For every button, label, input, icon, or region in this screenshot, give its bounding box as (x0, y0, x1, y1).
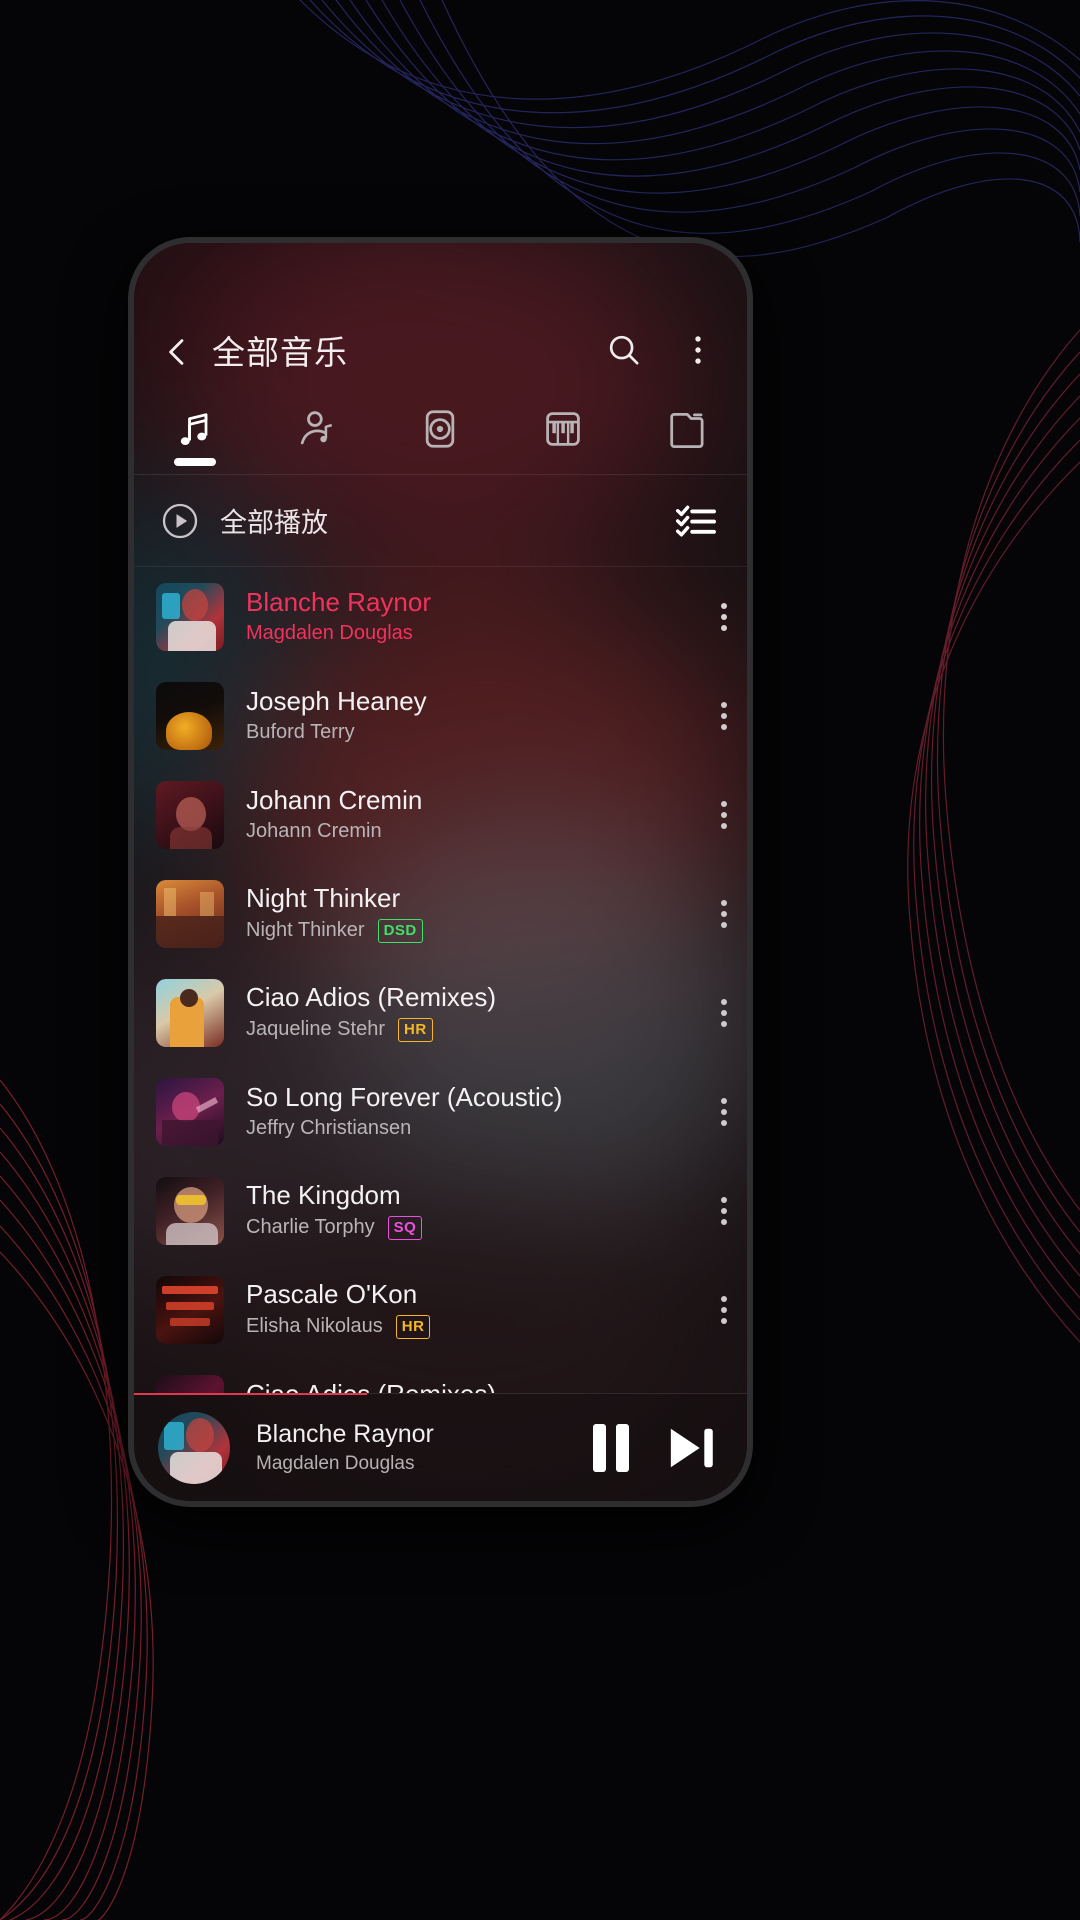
song-title: Johann Cremin (246, 785, 423, 815)
song-artist: Elisha Nikolaus (246, 1315, 383, 1338)
tab-albums[interactable] (379, 383, 502, 474)
row-overflow-button[interactable] (703, 895, 727, 933)
phone-device-frame: 全部音乐 全部播放 Blanche Raynor Magdalen Dougla… (128, 237, 753, 1507)
song-artist: Magdalen Douglas (246, 622, 413, 645)
now-playing-artist: Magdalen Douglas (256, 1452, 415, 1474)
song-list[interactable]: Blanche Raynor Magdalen Douglas Joseph H… (134, 567, 747, 1393)
page-title: 全部音乐 (212, 333, 348, 371)
search-icon[interactable] (605, 331, 643, 369)
pause-icon[interactable] (593, 1423, 629, 1472)
quality-badge: DSD (377, 918, 423, 943)
active-tab-indicator (174, 458, 217, 466)
album-disc-icon (426, 409, 455, 448)
song-title: Pascale O'Kon (246, 1280, 418, 1310)
song-artist: Jeffry Christiansen (246, 1117, 412, 1140)
table-row[interactable]: Pascale O'Kon Elisha Nikolaus HR (134, 1260, 747, 1359)
song-artist: Charlie Torphy (246, 1216, 375, 1239)
table-row[interactable]: Johann Cremin Johann Cremin (134, 765, 747, 864)
album-art (156, 681, 224, 750)
album-art (156, 582, 224, 651)
row-overflow-button[interactable] (703, 994, 727, 1032)
song-artist: Jaqueline Stehr (246, 1018, 385, 1041)
now-playing-bar: Blanche Raynor Magdalen Douglas (134, 1393, 747, 1501)
row-overflow-button[interactable] (703, 1093, 727, 1131)
song-title: Night Thinker (246, 884, 401, 914)
play-all-bar: 全部播放 (134, 475, 747, 567)
album-art (156, 879, 224, 948)
song-title: The Kingdom (246, 1181, 401, 1211)
album-art (156, 1176, 224, 1245)
tab-songs[interactable] (134, 383, 257, 474)
music-note-icon (181, 412, 208, 445)
table-row[interactable]: So Long Forever (Acoustic) Jeffry Christ… (134, 1062, 747, 1161)
album-art (156, 1275, 224, 1344)
artist-icon (300, 410, 332, 444)
phone-screen: 全部音乐 全部播放 Blanche Raynor Magdalen Dougla… (134, 243, 747, 1501)
album-art (156, 978, 224, 1047)
table-row[interactable]: The Kingdom Charlie Torphy SQ (134, 1161, 747, 1260)
skip-next-icon[interactable] (667, 1424, 717, 1472)
chevron-left-icon[interactable] (160, 335, 194, 369)
table-row[interactable]: Joseph Heaney Buford Terry (134, 666, 747, 765)
category-tab-bar (134, 383, 747, 475)
quality-badge: HR (397, 1017, 433, 1042)
table-row[interactable]: Ciao Adios (Remixes) Willis Osinski (134, 1359, 747, 1393)
tab-artists[interactable] (257, 383, 380, 474)
music-app: 全部音乐 全部播放 Blanche Raynor Magdalen Dougla… (134, 243, 747, 1501)
now-playing-artwork[interactable] (158, 1411, 230, 1484)
checklist-icon[interactable] (675, 504, 717, 538)
play-all-button[interactable]: 全部播放 (160, 501, 675, 541)
row-overflow-button[interactable] (703, 796, 727, 834)
app-header: 全部音乐 (134, 243, 747, 383)
song-title: Ciao Adios (Remixes) (246, 983, 496, 1013)
now-playing-title: Blanche Raynor (256, 1420, 434, 1449)
album-art (156, 1077, 224, 1146)
album-art (156, 1374, 224, 1393)
song-artist: Buford Terry (246, 721, 355, 744)
song-title: Joseph Heaney (246, 686, 427, 716)
quality-badge: HR (395, 1314, 431, 1339)
row-overflow-button[interactable] (703, 1291, 727, 1329)
song-artist: Night Thinker (246, 919, 365, 942)
song-artist: Johann Cremin (246, 820, 382, 843)
more-vertical-icon[interactable] (679, 331, 717, 369)
row-overflow-button[interactable] (703, 1192, 727, 1230)
folder-icon (669, 412, 704, 448)
quality-badge: SQ (387, 1215, 423, 1240)
piano-keys-icon (546, 411, 580, 446)
play-all-label: 全部播放 (220, 508, 328, 538)
table-row[interactable]: Ciao Adios (Remixes) Jaqueline Stehr HR (134, 963, 747, 1062)
playback-progress-bar[interactable] (134, 1393, 367, 1395)
song-title: Ciao Adios (Remixes) (246, 1380, 703, 1393)
tab-folders[interactable] (624, 383, 747, 474)
row-overflow-button[interactable] (703, 697, 727, 735)
album-art (156, 780, 224, 849)
song-title: So Long Forever (Acoustic) (246, 1082, 563, 1112)
song-title: Blanche Raynor (246, 587, 431, 617)
row-overflow-button[interactable] (703, 598, 727, 636)
play-circle-icon (162, 503, 198, 538)
table-row[interactable]: Blanche Raynor Magdalen Douglas (134, 567, 747, 666)
table-row[interactable]: Night Thinker Night Thinker DSD (134, 864, 747, 963)
tab-genres[interactable] (502, 383, 625, 474)
